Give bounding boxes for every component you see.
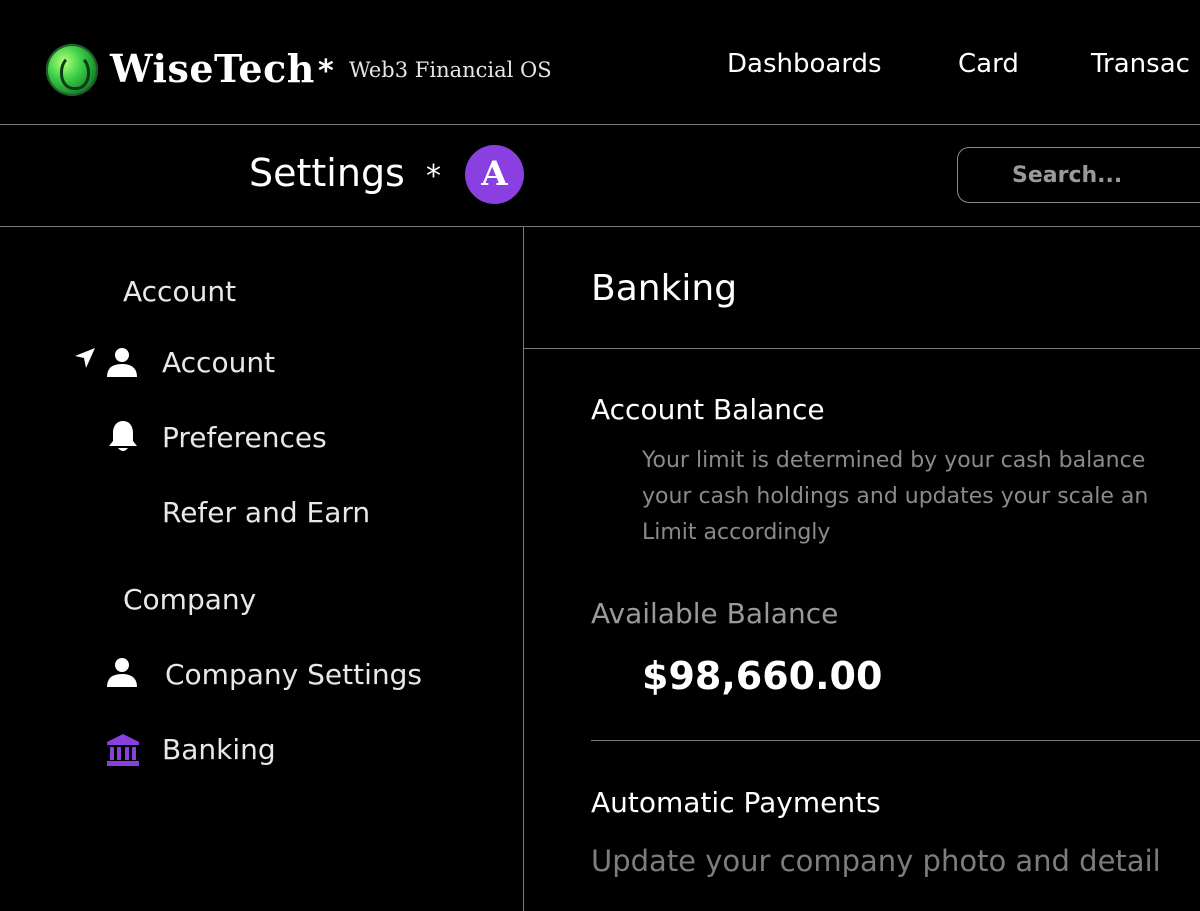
settings-header: Settings * A — [0, 125, 1200, 227]
sidebar-item-label: Account — [162, 346, 276, 379]
sidebar-item-label: Preferences — [162, 421, 327, 454]
settings-sidebar: Account Account Preferences Refer and Ea… — [0, 227, 524, 911]
sidebar-item-label: Banking — [162, 733, 276, 766]
description-line: Your limit is determined by your cash ba… — [642, 448, 1146, 473]
description-line: Limit accordingly — [642, 520, 831, 545]
content-title: Banking — [591, 268, 738, 309]
sidebar-section-account: Account — [123, 275, 237, 308]
available-balance-label: Available Balance — [591, 597, 839, 630]
content-header: Banking — [524, 227, 1200, 349]
banking-panel: Banking Account Balance Your limit is de… — [524, 227, 1200, 911]
user-icon — [107, 658, 137, 687]
page-title: Settings — [249, 151, 405, 195]
sidebar-item-account[interactable]: Account — [60, 341, 500, 385]
automatic-payments-description: Update your company photo and detail — [591, 844, 1161, 878]
description-line: your cash holdings and updates your scal… — [642, 484, 1149, 509]
avatar[interactable]: A — [465, 145, 524, 204]
brand-name[interactable]: WiseTech — [110, 46, 315, 92]
automatic-payments-heading: Automatic Payments — [591, 786, 881, 819]
user-icon — [107, 348, 137, 377]
search-input[interactable] — [957, 147, 1200, 203]
account-balance-description: Your limit is determined by your cash ba… — [642, 443, 1200, 551]
sidebar-section-company: Company — [123, 583, 257, 616]
sidebar-item-label: Company Settings — [165, 658, 422, 691]
account-balance-heading: Account Balance — [591, 393, 825, 426]
nav-link-dashboards[interactable]: Dashboards — [727, 48, 882, 80]
bell-icon — [109, 421, 137, 451]
sidebar-item-banking[interactable]: Banking — [60, 728, 500, 772]
nav-link-card[interactable]: Card — [958, 48, 1019, 80]
brand-separator: * — [318, 54, 334, 89]
sidebar-item-label: Refer and Earn — [162, 496, 371, 529]
navigation-arrow-icon — [75, 348, 95, 368]
sidebar-item-company-settings[interactable]: Company Settings — [60, 653, 500, 697]
brand-tagline: Web3 Financial OS — [349, 58, 552, 82]
title-separator: * — [426, 159, 441, 194]
nav-link-transactions[interactable]: Transac — [1091, 48, 1190, 80]
top-navigation-bar: WiseTech * Web3 Financial OS Dashboards … — [0, 0, 1200, 125]
bank-icon — [107, 734, 139, 766]
available-balance-value: $98,660.00 — [642, 654, 883, 698]
wisetech-logo-icon[interactable] — [46, 44, 98, 96]
sidebar-item-refer-and-earn[interactable]: Refer and Earn — [60, 491, 500, 535]
sidebar-item-preferences[interactable]: Preferences — [60, 416, 500, 460]
section-divider — [591, 740, 1200, 741]
